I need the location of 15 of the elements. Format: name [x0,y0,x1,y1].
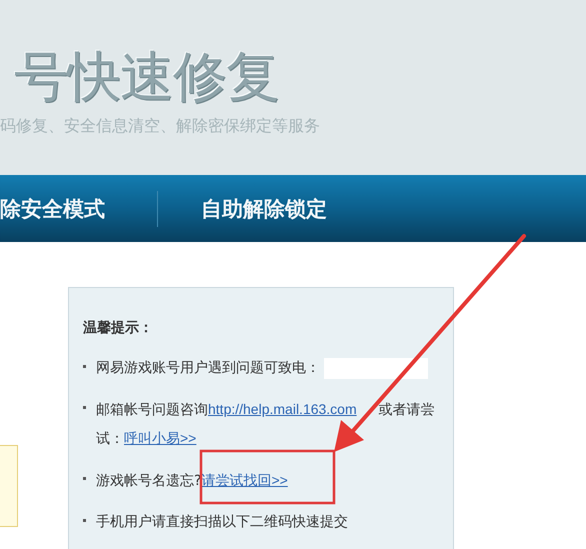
tip-text: 手机用户请直接扫描以下二维码快速提交 [96,513,348,532]
help-link[interactable]: 请尝试找回>> [201,472,288,488]
help-link[interactable]: http://help.mail.163.com [208,401,357,417]
tips-heading: 温馨提示： [83,319,154,338]
nav-link[interactable]: 自助解除锁定 [201,194,327,222]
nav-link[interactable]: 除安全模式 [0,194,105,222]
page-subtitle: 码修复、安全信息清空、解除密保绑定等服务 [0,115,321,137]
tip-text: 网易游戏账号用户遇到问题可致电： [96,359,320,378]
help-link[interactable]: 呼叫小易>> [124,430,196,446]
bullet-icon [83,406,86,409]
bullet-icon [83,365,86,368]
page-title: 号快速修复 [13,44,280,110]
tip-text: 邮箱帐号问题咨询http://help.mail.163.com 或者请尝试：呼叫小易>> [96,400,436,449]
bullet-icon [83,477,86,480]
bullet-icon [83,519,86,522]
